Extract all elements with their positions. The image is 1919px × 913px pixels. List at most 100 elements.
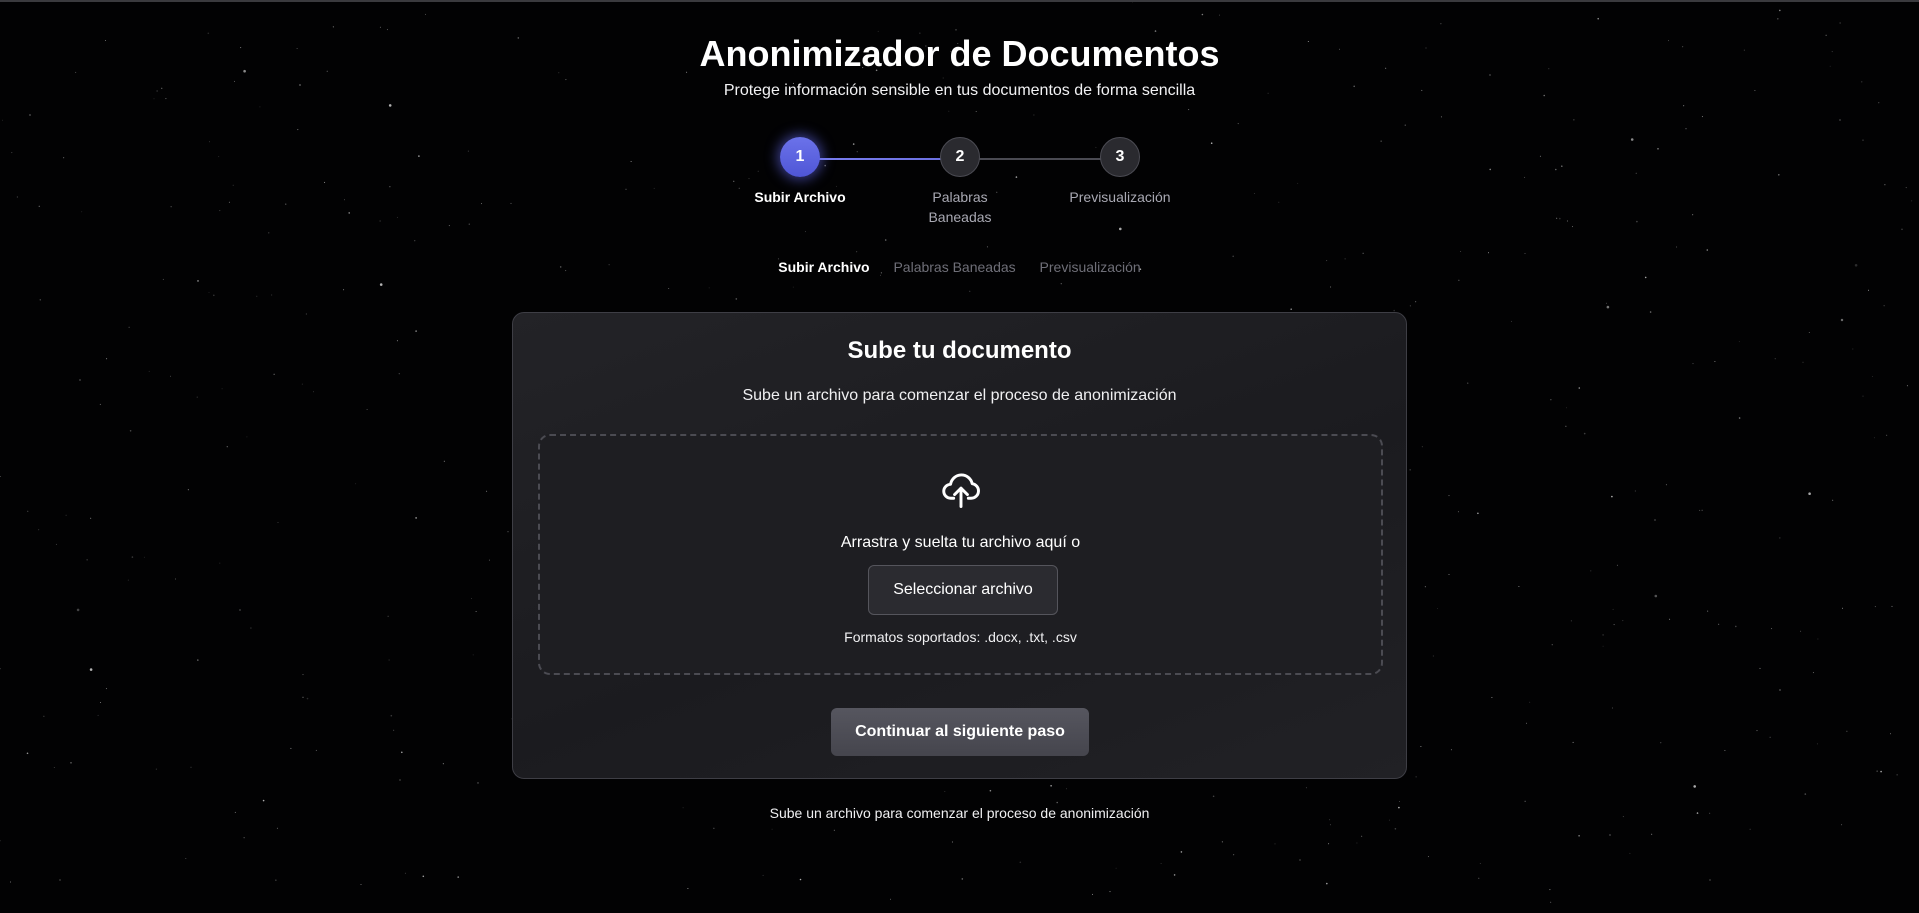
star xyxy=(343,289,345,291)
app-page: Anonimizador de Documentos Protege infor… xyxy=(0,0,1919,913)
star xyxy=(1274,843,1276,845)
star xyxy=(53,767,55,768)
star xyxy=(425,13,426,15)
star xyxy=(1565,425,1567,427)
star xyxy=(1550,399,1552,401)
footer-hint: Sube un archivo para comenzar el proceso… xyxy=(769,805,1150,821)
upload-card: Sube tu documento Sube un archivo para c… xyxy=(512,312,1407,779)
star xyxy=(1874,606,1876,608)
star xyxy=(975,111,977,112)
star xyxy=(1529,701,1531,703)
star xyxy=(1180,851,1183,853)
page-header: Anonimizador de Documentos Protege infor… xyxy=(0,30,1919,102)
star xyxy=(1549,889,1551,891)
star xyxy=(1876,770,1878,772)
star xyxy=(1756,730,1758,732)
star xyxy=(1056,801,1058,804)
star xyxy=(415,330,417,332)
star xyxy=(0,840,1,842)
star xyxy=(1701,509,1703,511)
star xyxy=(1511,320,1512,322)
star xyxy=(1479,863,1481,864)
star xyxy=(986,246,988,248)
tab-banned-words[interactable]: Palabras Baneadas xyxy=(893,259,1015,275)
star xyxy=(1518,586,1520,587)
star xyxy=(961,878,964,880)
star xyxy=(1872,376,1873,377)
star xyxy=(90,517,92,519)
star xyxy=(1660,742,1662,744)
continue-button[interactable]: Continuar al siguiente paso xyxy=(831,708,1089,756)
star xyxy=(1735,625,1737,628)
star xyxy=(415,517,417,519)
star xyxy=(1880,770,1882,773)
star xyxy=(1841,824,1843,826)
step-label-banned-words: Palabras Baneadas xyxy=(928,189,992,225)
star xyxy=(379,283,383,286)
star xyxy=(185,858,187,859)
star xyxy=(1448,495,1450,497)
star xyxy=(1572,741,1574,743)
star xyxy=(396,340,398,342)
star xyxy=(379,26,381,28)
star xyxy=(1606,305,1610,309)
step-upload[interactable]: 1 Subir Archivo xyxy=(730,137,870,207)
star xyxy=(687,888,689,889)
star xyxy=(1808,332,1810,333)
star xyxy=(1404,124,1406,126)
star xyxy=(1602,634,1604,636)
star xyxy=(10,881,11,883)
star xyxy=(1634,490,1636,492)
star xyxy=(1221,841,1223,843)
star xyxy=(1526,722,1527,724)
tab-preview[interactable]: Previsualización xyxy=(1040,259,1141,275)
star xyxy=(507,531,509,533)
star xyxy=(256,295,258,297)
star xyxy=(1440,116,1442,118)
star xyxy=(735,298,738,300)
star xyxy=(1328,843,1330,845)
star xyxy=(246,436,248,438)
step-label-preview: Previsualización xyxy=(1069,189,1171,205)
star xyxy=(762,874,764,876)
star xyxy=(250,627,252,629)
star xyxy=(302,674,304,676)
star xyxy=(43,715,45,717)
step-banned-words[interactable]: 2 Palabras Baneadas xyxy=(890,137,1030,227)
tab-upload[interactable]: Subir Archivo xyxy=(778,259,869,275)
star xyxy=(951,841,953,843)
star xyxy=(1616,564,1618,566)
star xyxy=(1651,833,1653,835)
star xyxy=(1852,348,1854,350)
star xyxy=(472,654,474,656)
star xyxy=(1901,228,1903,231)
star xyxy=(221,388,223,390)
star xyxy=(1437,608,1438,609)
select-file-button[interactable]: Seleccionar archivo xyxy=(868,565,1058,615)
star xyxy=(890,898,891,900)
star xyxy=(1724,750,1726,751)
file-dropzone[interactable]: Arrastra y suelta tu archivo aquí o Sele… xyxy=(538,434,1383,675)
star xyxy=(1873,437,1875,439)
star xyxy=(26,752,29,755)
star xyxy=(1524,253,1526,254)
star xyxy=(1896,774,1898,776)
star xyxy=(404,872,406,874)
star xyxy=(1458,279,1460,281)
star xyxy=(277,522,279,523)
star xyxy=(1578,835,1580,837)
star xyxy=(143,556,145,558)
step-label-upload: Subir Archivo xyxy=(754,189,846,205)
star xyxy=(1237,123,1239,125)
star xyxy=(1450,749,1452,751)
star xyxy=(162,278,164,280)
step-preview[interactable]: 3 Previsualización xyxy=(1050,137,1190,207)
cloud-upload-icon xyxy=(939,468,983,512)
star xyxy=(804,231,806,233)
star xyxy=(884,239,887,241)
step-tabs: Subir Archivo Palabras Baneadas Previsua… xyxy=(0,259,1919,275)
star xyxy=(1769,736,1771,738)
star xyxy=(1432,655,1434,657)
star xyxy=(1779,537,1781,539)
star xyxy=(1570,620,1572,622)
